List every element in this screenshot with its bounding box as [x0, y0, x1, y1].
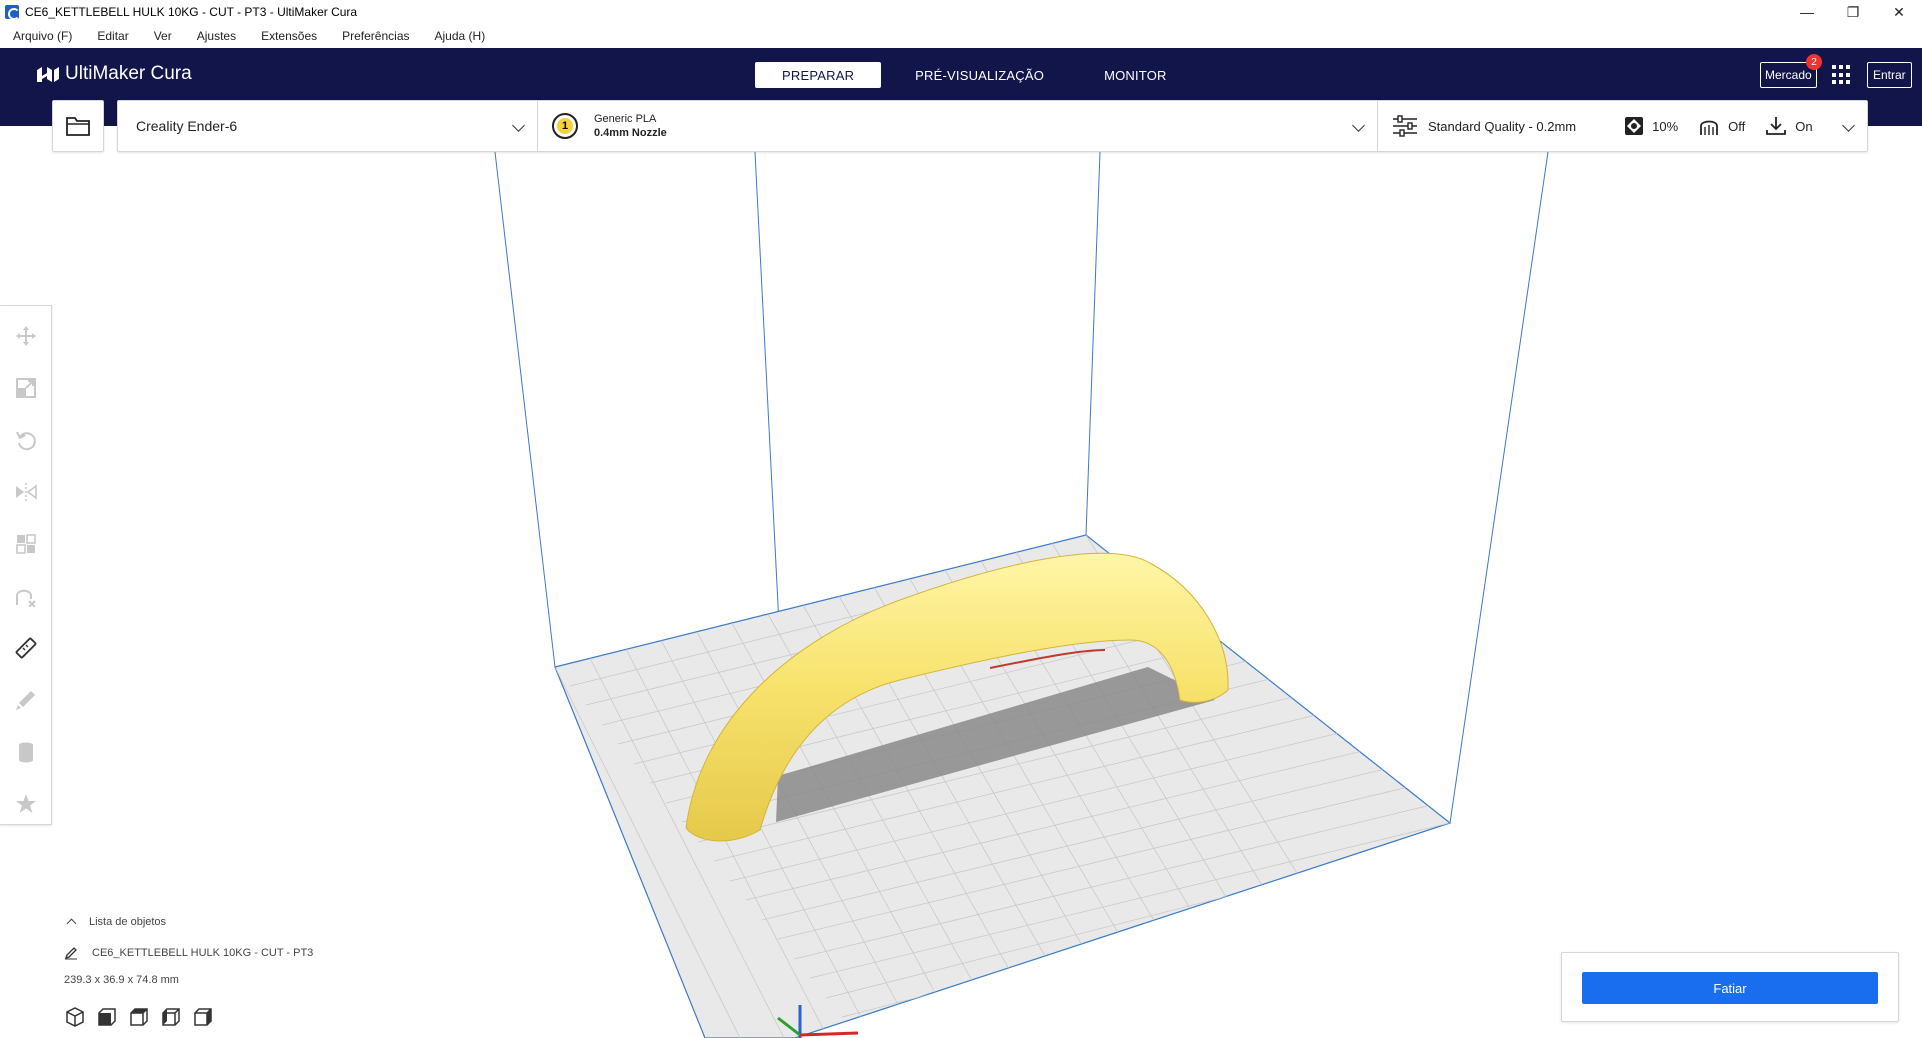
paint-icon[interactable] — [13, 687, 39, 713]
rotate-icon[interactable] — [13, 427, 39, 453]
right-view-icon[interactable] — [192, 1006, 214, 1028]
mirror-icon[interactable] — [13, 479, 39, 505]
material-selector[interactable]: 1 Generic PLA 0.4mm Nozzle — [538, 101, 1378, 151]
front-view-icon[interactable] — [96, 1006, 118, 1028]
left-view-icon[interactable] — [160, 1006, 182, 1028]
tab-monitor[interactable]: MONITOR — [1078, 62, 1193, 88]
star-icon[interactable] — [13, 791, 39, 817]
menu-extensoes[interactable]: Extensões — [261, 29, 317, 43]
window-controls: — ❐ ✕ — [1784, 0, 1922, 24]
pencil-icon — [64, 947, 77, 960]
scene-canvas — [494, 152, 1549, 1038]
apps-grid-icon[interactable] — [1832, 65, 1852, 85]
window-title-bar: CE6_KETTLEBELL HULK 10KG - CUT - PT3 - U… — [0, 0, 1922, 24]
printer-name: Creality Ender-6 — [136, 118, 238, 134]
menu-ajustes[interactable]: Ajustes — [197, 29, 236, 43]
extruder-icon: 1 — [552, 113, 578, 139]
print-config-bar: Creality Ender-6 1 Generic PLA 0.4mm Noz… — [117, 100, 1868, 152]
settings-sliders-icon — [1393, 115, 1417, 137]
3d-viewport[interactable] — [0, 152, 1922, 1038]
adhesion-value: On — [1795, 118, 1813, 134]
stage-tabs: PREPARAR PRÉ-VISUALIZAÇÃO MONITOR — [755, 62, 1201, 88]
support-value: Off — [1728, 118, 1746, 134]
printer-selector[interactable]: Creality Ender-6 — [118, 101, 538, 151]
quality-profile: Standard Quality - 0.2mm — [1428, 118, 1577, 134]
open-file-button[interactable] — [52, 100, 104, 152]
object-name: CE6_KETTLEBELL HULK 10KG - CUT - PT3 — [92, 947, 314, 959]
sign-in-button[interactable]: Entrar — [1867, 62, 1912, 88]
cura-app-icon — [5, 5, 20, 20]
print-settings-selector[interactable]: Standard Quality - 0.2mm 10% Off On — [1378, 101, 1867, 151]
scale-icon[interactable] — [13, 375, 39, 401]
brand-name: UltiMaker Cura — [65, 63, 192, 84]
tab-preparar[interactable]: PREPARAR — [755, 62, 882, 88]
window-title: CE6_KETTLEBELL HULK 10KG - CUT - PT3 - U… — [25, 5, 358, 19]
menu-arquivo[interactable]: Arquivo (F) — [13, 29, 72, 43]
menu-ajuda[interactable]: Ajuda (H) — [435, 29, 486, 43]
marketplace-badge: 2 — [1806, 54, 1822, 70]
menu-ver[interactable]: Ver — [154, 29, 172, 43]
tab-pre-visualizacao[interactable]: PRÉ-VISUALIZAÇÃO — [889, 62, 1070, 88]
brand-logo: UltiMaker Cura — [36, 63, 192, 85]
per-model-settings-icon[interactable] — [13, 531, 39, 557]
tool-palette — [0, 305, 52, 825]
menu-bar: Arquivo (F) Editar Ver Ajustes Extensões… — [0, 26, 497, 46]
chevron-down-icon — [1842, 119, 1855, 132]
measure-icon[interactable] — [13, 635, 39, 661]
slice-button[interactable]: Fatiar — [1582, 972, 1878, 1004]
chevron-up-icon — [66, 918, 77, 929]
support-blocker-icon[interactable] — [13, 583, 39, 609]
close-button[interactable]: ✕ — [1876, 0, 1922, 24]
cylinder-icon[interactable] — [13, 739, 39, 765]
object-dimensions: 239.3 x 36.9 x 74.8 mm — [64, 974, 179, 986]
minimize-button[interactable]: — — [1784, 0, 1830, 24]
chevron-down-icon — [1352, 119, 1365, 132]
3d-view-icon[interactable] — [64, 1006, 86, 1028]
move-icon[interactable] — [13, 323, 39, 349]
object-list-panel: Lista de objetos CE6_KETTLEBELL HULK 10K… — [64, 916, 384, 1028]
nozzle-size: 0.4mm Nozzle — [594, 127, 667, 139]
slice-panel: Fatiar — [1561, 952, 1899, 1022]
adhesion-icon — [1766, 117, 1787, 135]
object-list-toggle[interactable]: Lista de objetos — [64, 916, 384, 929]
object-name-row[interactable]: CE6_KETTLEBELL HULK 10KG - CUT - PT3 — [64, 946, 384, 960]
infill-value: 10% — [1652, 118, 1679, 134]
menu-preferencias[interactable]: Preferências — [342, 29, 409, 43]
menu-editar[interactable]: Editar — [97, 29, 128, 43]
support-icon — [1700, 120, 1719, 135]
folder-icon — [66, 117, 90, 136]
material-name: Generic PLA — [594, 113, 657, 125]
object-list-title: Lista de objetos — [89, 916, 167, 928]
camera-view-buttons — [64, 1006, 384, 1028]
infill-icon — [1625, 117, 1644, 135]
top-view-icon[interactable] — [128, 1006, 150, 1028]
restore-button[interactable]: ❐ — [1830, 0, 1876, 24]
ultimaker-logo-icon — [37, 66, 59, 82]
chevron-down-icon — [512, 119, 525, 132]
